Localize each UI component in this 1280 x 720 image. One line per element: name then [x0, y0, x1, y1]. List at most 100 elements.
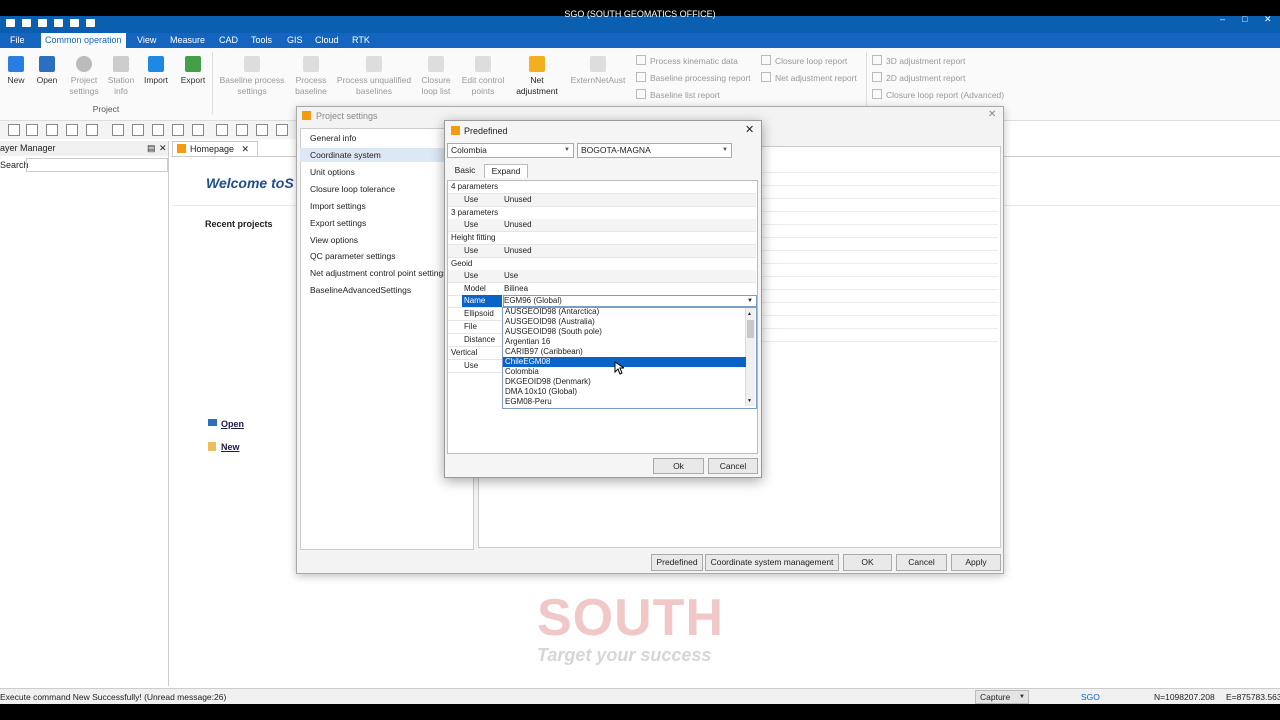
tab-homepage[interactable]: Homepage ✕ — [172, 141, 258, 157]
nav-view-options[interactable]: View options — [310, 235, 358, 245]
closure-loop-report-item[interactable]: Closure loop report — [761, 55, 847, 66]
dropdown-item[interactable]: DMA 10x10 (Global) — [505, 387, 743, 397]
3d-adjustment-report-item[interactable]: 3D adjustment report — [872, 55, 965, 66]
maximize-icon[interactable]: □ — [1242, 14, 1247, 24]
close-icon[interactable]: ✕ — [1264, 14, 1272, 25]
apply-button[interactable]: Apply — [951, 554, 1001, 571]
scroll-down-icon[interactable]: ▼ — [747, 398, 752, 404]
tab-expand[interactable]: Expand — [484, 164, 528, 178]
open-link[interactable]: Open — [221, 419, 244, 429]
save-icon[interactable] — [38, 19, 47, 27]
dropdown-item-selected[interactable]: ChileEGM08 — [503, 357, 746, 367]
process-unqualified-button[interactable]: Process unqualified baselines — [334, 56, 414, 97]
nav-unit-options[interactable]: Unit options — [310, 167, 355, 177]
dropdown-item[interactable]: AUSGEOID98 (Australia) — [505, 317, 743, 327]
close-tab-icon[interactable]: ✕ — [241, 142, 249, 157]
predefined-cancel-button[interactable]: Cancel — [708, 458, 758, 474]
node-icon[interactable] — [152, 124, 164, 136]
close-icon[interactable]: ✕ — [988, 109, 996, 120]
open-button[interactable]: Open — [33, 56, 61, 86]
network-icon[interactable] — [172, 124, 184, 136]
dropdown-item[interactable]: DKGEOID98 (Denmark) — [505, 377, 743, 387]
baseline-processing-report-item[interactable]: Baseline processing report — [636, 72, 751, 83]
grid-row[interactable]: Use Unused — [448, 194, 756, 207]
save-icon[interactable] — [46, 124, 58, 136]
edit-control-points-button[interactable]: Edit control points — [458, 56, 508, 97]
print-icon[interactable] — [54, 19, 63, 27]
report3-icon[interactable] — [256, 124, 268, 136]
dropdown-item[interactable]: EGM08-Peru — [505, 397, 743, 407]
import-button[interactable]: Import — [140, 56, 172, 86]
process-baseline-button[interactable]: Process baseline — [290, 56, 332, 97]
layer-search-input[interactable] — [26, 158, 168, 172]
menu-cloud[interactable]: Cloud — [311, 33, 343, 48]
dropdown-item[interactable]: AUSGEOID98 (Antarctica) — [505, 307, 743, 317]
dropdown-scrollbar[interactable]: ▲ ▼ — [745, 308, 755, 406]
dropdown-item[interactable]: AUSGEOID98 (South pole) — [505, 327, 743, 337]
cancel-button[interactable]: Cancel — [896, 554, 947, 571]
close-icon[interactable]: ✕ — [745, 123, 754, 136]
pin-icon[interactable]: ▤ — [147, 141, 156, 156]
network-edit-icon[interactable] — [192, 124, 204, 136]
nav-qc-parameter-settings[interactable]: QC parameter settings — [310, 251, 396, 261]
menu-gis[interactable]: GIS — [283, 33, 307, 48]
nav-closure-loop-tolerance[interactable]: Closure loop tolerance — [310, 184, 395, 194]
line-icon[interactable] — [132, 124, 144, 136]
baseline-list-report-item[interactable]: Baseline list report — [636, 89, 720, 100]
open-icon[interactable] — [22, 19, 31, 27]
coordinate-system-management-button[interactable]: Coordinate system management — [705, 554, 839, 571]
dropdown-item[interactable]: Colombia — [505, 367, 743, 377]
station-info-button[interactable]: Station info — [104, 56, 138, 97]
pin-icon[interactable] — [86, 19, 95, 27]
minimize-icon[interactable]: – — [1220, 14, 1225, 24]
properties-icon[interactable] — [86, 124, 98, 136]
nav-coordinate-system[interactable]: Coordinate system — [300, 148, 460, 162]
menu-common-operation[interactable]: Common operation — [41, 33, 126, 48]
dropdown-item[interactable]: Argentian 16 — [505, 337, 743, 347]
project-settings-button[interactable]: Project settings — [64, 56, 104, 97]
report-icon[interactable] — [216, 124, 228, 136]
report2-icon[interactable] — [236, 124, 248, 136]
system-select[interactable]: BOGOTA-MAGNA ▼ — [577, 143, 732, 158]
nav-general-info[interactable]: General info — [310, 133, 356, 143]
saveas-icon[interactable] — [66, 124, 78, 136]
menu-tools[interactable]: Tools — [247, 33, 276, 48]
nav-net-adjustment-control[interactable]: Net adjustment control point settings — [310, 268, 448, 278]
baseline-process-settings-button[interactable]: Baseline process settings — [216, 56, 288, 97]
closure-loop-report-advanced-item[interactable]: Closure loop report (Advanced) — [872, 89, 1004, 100]
net-adjustment-button[interactable]: Net adjustment — [510, 56, 564, 97]
report4-icon[interactable] — [276, 124, 288, 136]
folder-icon[interactable] — [26, 124, 38, 136]
close-icon[interactable]: ✕ — [159, 141, 167, 156]
settings-icon[interactable] — [70, 19, 79, 27]
nav-export-settings[interactable]: Export settings — [310, 218, 366, 228]
export-button[interactable]: Export — [177, 56, 209, 86]
grid-row[interactable]: Use Use — [448, 270, 756, 283]
new-link[interactable]: New — [221, 442, 240, 452]
closure-loop-list-button[interactable]: Closure loop list — [418, 56, 454, 97]
menu-rtk[interactable]: RTK — [348, 33, 374, 48]
tab-basic[interactable]: Basic — [450, 164, 480, 177]
grid-row[interactable]: Use Unused — [448, 245, 756, 258]
country-select[interactable]: Colombia ▼ — [447, 143, 574, 158]
scrollbar-thumb[interactable] — [747, 320, 754, 338]
grid-row[interactable]: Use Unused — [448, 219, 756, 232]
predefined-ok-button[interactable]: Ok — [653, 458, 704, 474]
new-button[interactable]: New — [4, 56, 28, 86]
predefined-button[interactable]: Predefined — [651, 554, 703, 571]
point-icon[interactable] — [112, 124, 124, 136]
nav-import-settings[interactable]: Import settings — [310, 201, 366, 211]
scroll-up-icon[interactable]: ▲ — [747, 311, 752, 317]
nav-baseline-advanced[interactable]: BaselineAdvancedSettings — [310, 285, 411, 295]
2d-adjustment-report-item[interactable]: 2D adjustment report — [872, 72, 965, 83]
capture-dropdown[interactable]: Capture ▼ — [975, 690, 1029, 704]
dropdown-item[interactable]: CARIB97 (Caribbean) — [505, 347, 743, 357]
menu-measure[interactable]: Measure — [166, 33, 209, 48]
menu-view[interactable]: View — [133, 33, 160, 48]
net-adjustment-report-item[interactable]: Net adjustment report — [761, 72, 857, 83]
externnetaust-button[interactable]: ExternNetAust — [566, 56, 630, 86]
process-kinematic-data-item[interactable]: Process kinematic data — [636, 55, 738, 66]
new-doc-icon[interactable] — [8, 124, 20, 136]
menu-file[interactable]: File — [6, 33, 29, 48]
new-file-icon[interactable] — [6, 19, 15, 27]
